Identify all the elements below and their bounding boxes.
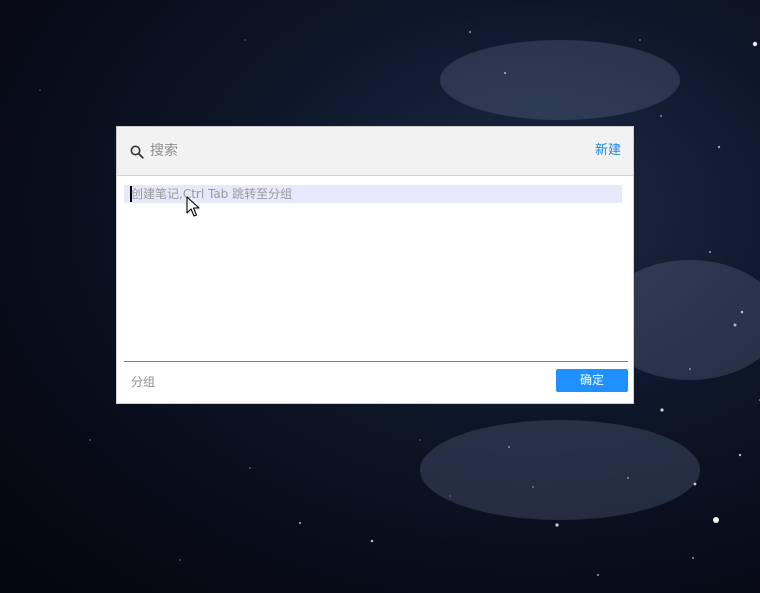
new-button[interactable]: 新建 <box>595 143 621 159</box>
note-input-placeholder: 创建笔记,Ctrl Tab 跳转至分组 <box>131 187 293 201</box>
confirm-button[interactable]: 确定 <box>556 369 628 392</box>
search-input[interactable]: 搜索 <box>150 143 178 159</box>
footer-divider <box>124 361 628 362</box>
search-icon[interactable] <box>130 144 144 159</box>
group-selector[interactable]: 分组 <box>131 374 155 390</box>
mouse-pointer-icon <box>186 196 200 217</box>
dialog-header: 搜索 新建 <box>117 127 633 176</box>
quick-note-dialog: 搜索 新建 创建笔记,Ctrl Tab 跳转至分组 分组 确定 <box>116 126 634 404</box>
